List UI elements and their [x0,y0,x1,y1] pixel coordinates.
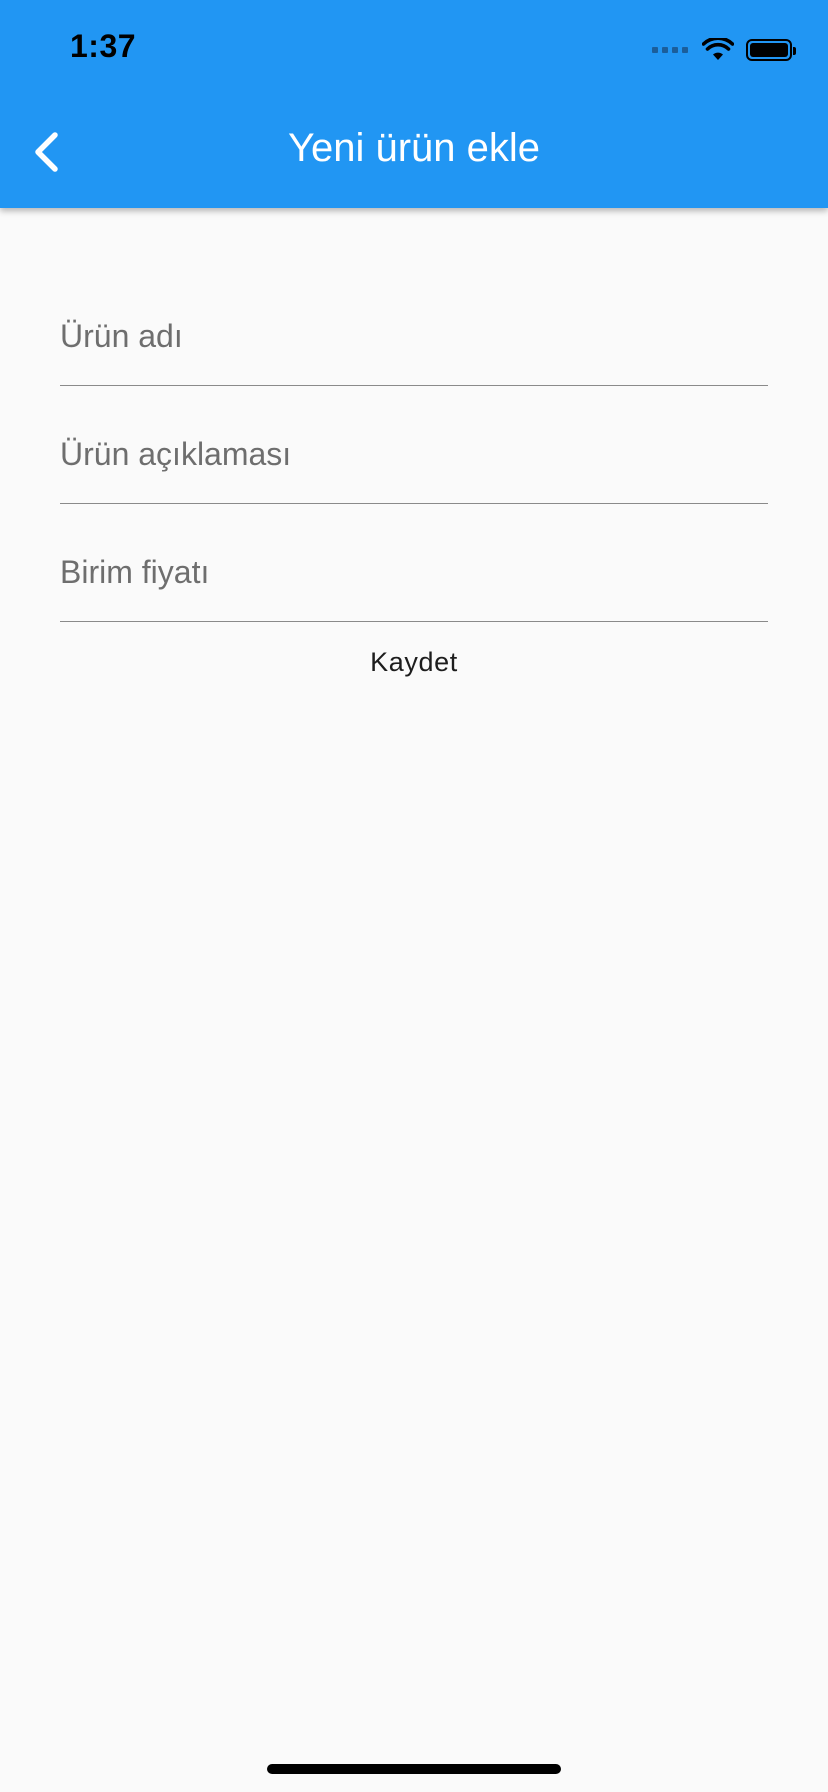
status-icons [652,36,796,64]
product-form [60,208,768,622]
product-description-input[interactable] [60,436,768,473]
wifi-icon [702,38,734,60]
unit-price-field[interactable] [60,504,768,622]
product-name-field[interactable] [60,268,768,386]
screen: 1:37 Yeni ürün ekle Ürün adı Ürün açıkla… [0,0,828,1792]
page-title: Yeni ürün ekle [287,126,541,170]
status-time: 1:37 [70,28,137,64]
unit-price-input[interactable] [60,554,768,591]
product-description-field[interactable] [60,386,768,504]
home-indicator [267,1764,561,1774]
cellular-signal-icon [652,47,688,53]
save-button[interactable]: Kaydet [0,646,828,679]
product-name-input[interactable] [60,318,768,355]
app-bar: 1:37 Yeni ürün ekle [0,0,828,208]
battery-icon [746,39,796,61]
